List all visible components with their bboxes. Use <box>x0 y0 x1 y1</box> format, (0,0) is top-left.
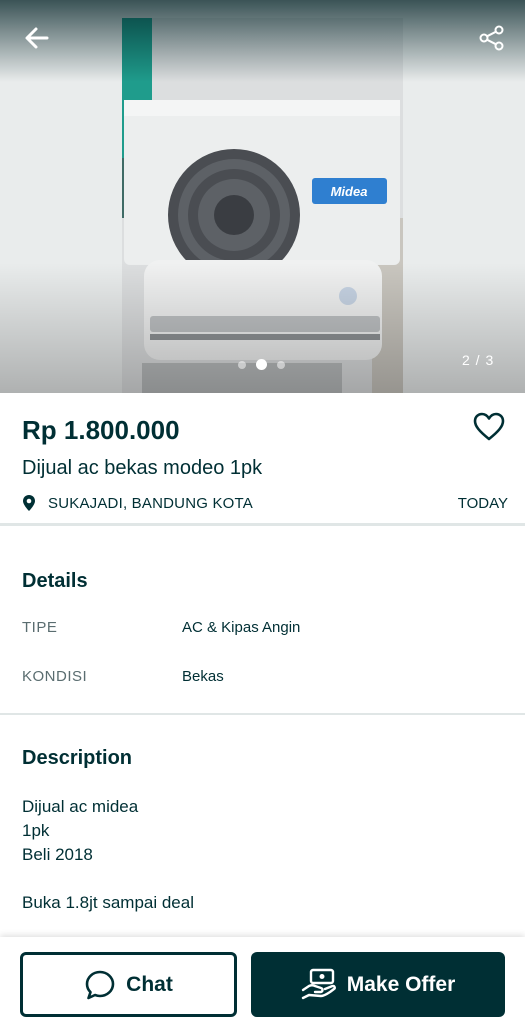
pagination-dot-active[interactable] <box>256 359 267 370</box>
details-section: Details TIPE AC & Kipas Angin KONDISI Be… <box>0 529 525 715</box>
detail-key: TIPE <box>22 619 58 636</box>
gallery-pagination <box>238 359 285 370</box>
back-button[interactable] <box>17 18 57 58</box>
chat-button[interactable]: Chat <box>20 952 237 1017</box>
detail-value: AC & Kipas Angin <box>182 619 301 636</box>
bottom-shade <box>0 263 525 393</box>
location-text: SUKAJADI, BANDUNG KOTA <box>48 494 253 512</box>
posted-date: TODAY <box>457 495 508 512</box>
image-gallery[interactable]: Midea 2 / 3 <box>0 0 525 393</box>
chat-bubble-icon <box>84 969 116 1001</box>
share-icon <box>479 25 504 51</box>
listing-title: Dijual ac bekas modeo 1pk <box>22 457 263 479</box>
arrow-left-icon <box>25 27 49 49</box>
detail-key: KONDISI <box>22 668 88 685</box>
action-bar: Chat Make Offer <box>0 937 525 1024</box>
description-line: Buka 1.8jt sampai deal <box>22 893 194 912</box>
details-heading: Details <box>22 570 88 592</box>
make-offer-button[interactable]: Make Offer <box>251 952 505 1017</box>
pagination-dot[interactable] <box>238 360 246 369</box>
listing-location: SUKAJADI, BANDUNG KOTA <box>22 494 253 512</box>
detail-row-tipe: TIPE AC & Kipas Angin <box>22 619 502 639</box>
listing-price: Rp 1.800.000 <box>22 415 180 445</box>
description-line: 1pk <box>22 821 50 840</box>
image-counter: 2 / 3 <box>462 352 495 368</box>
detail-value: Bekas <box>182 668 224 685</box>
brand-logo: Midea <box>331 184 368 199</box>
description-heading: Description <box>22 747 133 769</box>
description-section: Description Dijual ac midea 1pk Beli 201… <box>0 717 525 937</box>
top-shade <box>0 0 525 82</box>
pagination-dot[interactable] <box>277 360 285 369</box>
listing-summary: Rp 1.800.000 Dijual ac bekas modeo 1pk S… <box>0 393 525 526</box>
favorite-button[interactable] <box>470 409 508 445</box>
heart-icon <box>473 412 505 441</box>
description-line: Beli 2018 <box>22 845 93 864</box>
description-line: Dijual ac midea <box>22 797 139 816</box>
make-offer-button-label: Make Offer <box>346 972 456 996</box>
share-button[interactable] <box>472 18 512 58</box>
hand-offer-icon <box>301 968 337 1002</box>
detail-row-kondisi: KONDISI Bekas <box>22 668 502 688</box>
chat-button-label: Chat <box>126 972 173 996</box>
location-pin-icon <box>23 495 35 511</box>
